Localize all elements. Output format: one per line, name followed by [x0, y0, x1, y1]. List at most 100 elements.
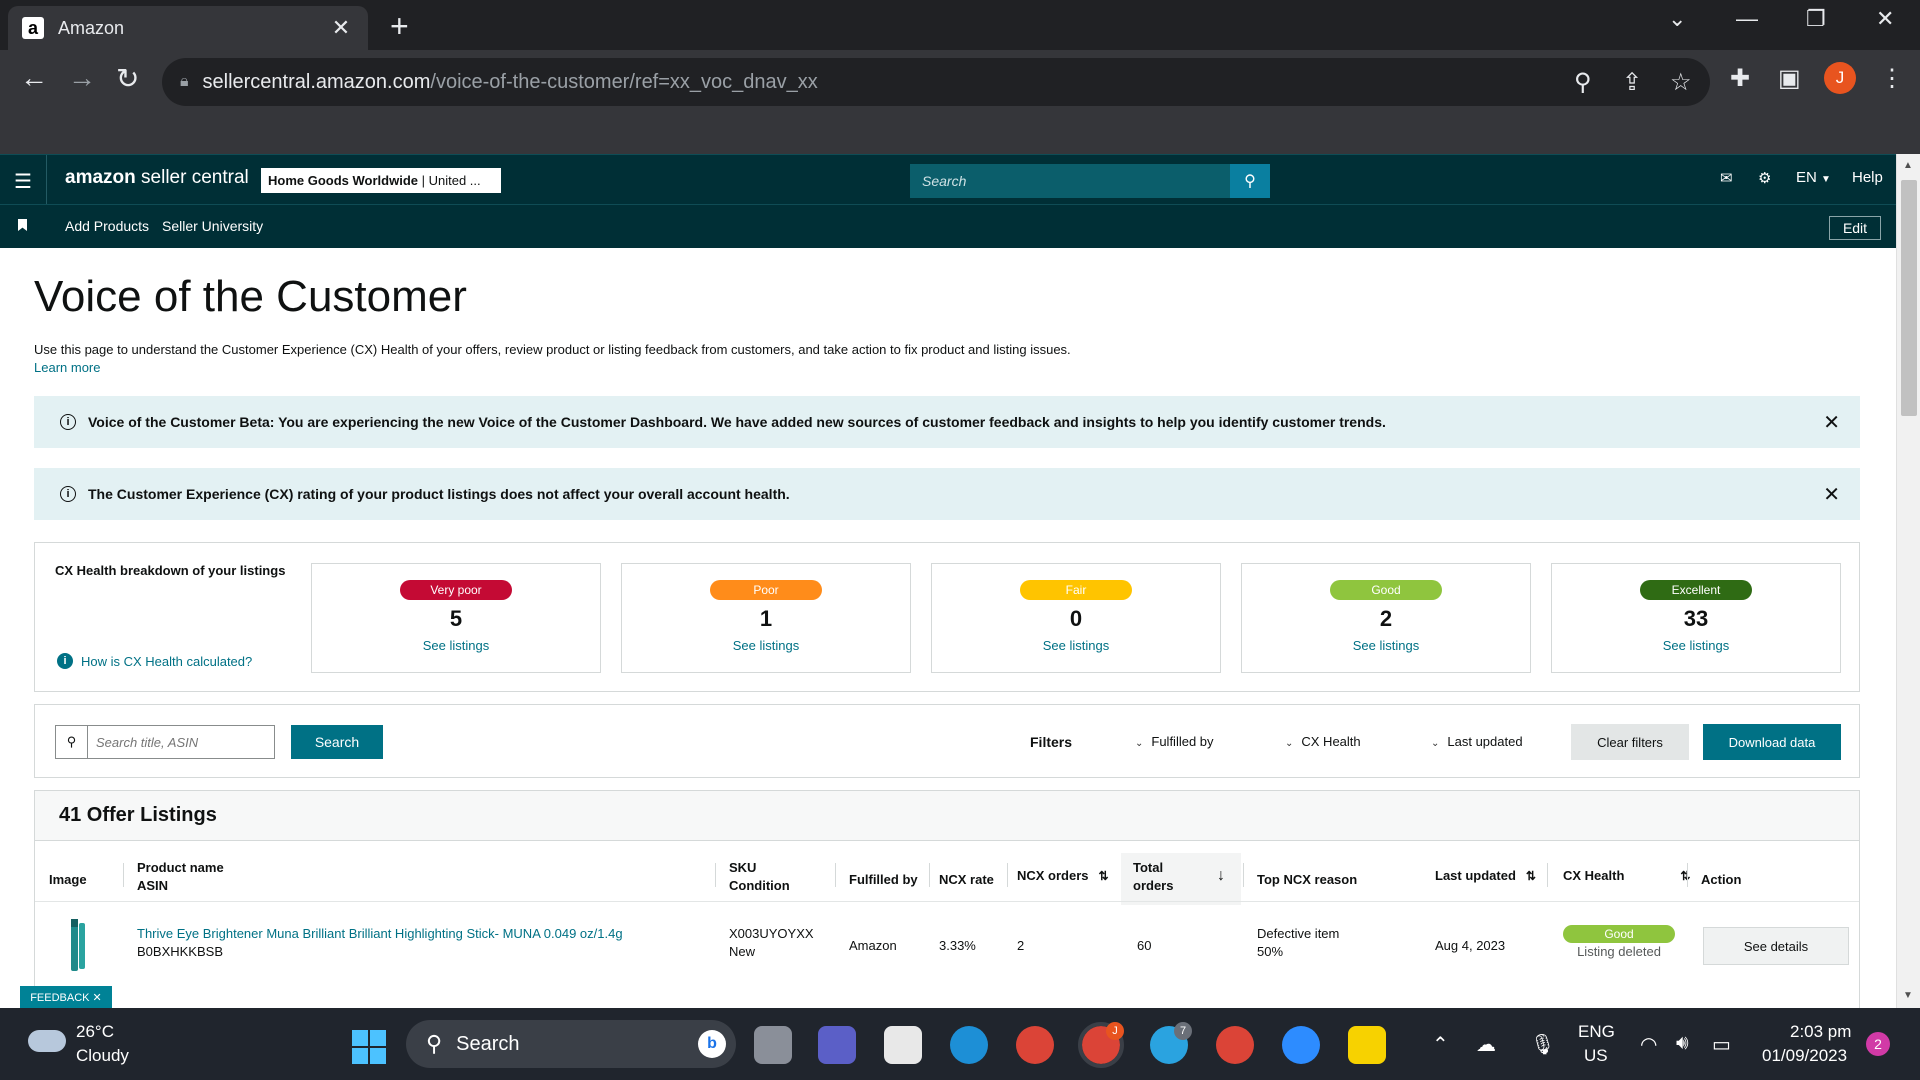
listing-search-input[interactable] [88, 726, 274, 758]
weather-condition[interactable]: Cloudy [76, 1046, 129, 1066]
zoom-icon[interactable] [1282, 1026, 1320, 1064]
see-listings-link[interactable]: See listings [932, 638, 1220, 653]
close-icon[interactable]: ✕ [1823, 482, 1840, 507]
clear-filters-button[interactable]: Clear filters [1571, 724, 1689, 760]
header-search-input[interactable] [910, 164, 1230, 198]
clock-time[interactable]: 2:03 pm [1790, 1022, 1851, 1042]
bookmark-star-icon[interactable]: ☆ [1670, 68, 1692, 97]
see-listings-link[interactable]: See listings [312, 638, 600, 653]
minimize-icon[interactable]: — [1736, 6, 1758, 32]
scroll-thumb[interactable] [1901, 180, 1917, 416]
store-selector[interactable]: Home Goods Worldwide | United ... [261, 168, 501, 193]
offer-listings: 41 Offer Listings Image Product name ASIN… [34, 790, 1860, 1010]
nav-item-seller-university[interactable]: Seller University [162, 218, 263, 234]
page-scrollbar[interactable]: ▲ ▼ [1896, 154, 1920, 1008]
profile-avatar[interactable]: J [1824, 62, 1856, 94]
info-icon: i [60, 486, 76, 502]
address-bar[interactable]: 🔒︎ sellercentral.amazon.com/voice-of-the… [162, 58, 1710, 106]
col-top-ncx-reason[interactable]: Top NCX reason [1257, 871, 1357, 889]
product-name-link[interactable]: Thrive Eye Brightener Muna Brilliant Bri… [137, 925, 623, 943]
help-link[interactable]: Help [1852, 169, 1883, 186]
teams-icon[interactable] [818, 1026, 856, 1064]
clock-date[interactable]: 01/09/2023 [1762, 1046, 1847, 1066]
back-arrow-icon[interactable]: ← [20, 62, 48, 94]
tab-search-chevron-icon[interactable]: ⌄ [1668, 6, 1686, 32]
feedback-tab[interactable]: FEEDBACK ✕ [20, 986, 112, 1008]
volume-icon[interactable]: 🔊︎ [1676, 1032, 1689, 1055]
product-thumbnail[interactable] [63, 917, 93, 973]
reload-icon[interactable]: ↻ [116, 62, 139, 95]
forward-arrow-icon[interactable]: → [68, 62, 96, 94]
col-total-orders[interactable]: Total orders ↓ [1121, 853, 1241, 905]
zoom-icon[interactable]: ⚲ [1574, 68, 1592, 97]
col-ncx-rate[interactable]: NCX rate [939, 871, 994, 889]
see-details-button[interactable]: See details [1703, 927, 1849, 965]
language-region[interactable]: US [1584, 1046, 1608, 1066]
sort-icon[interactable]: ⇅ [1526, 869, 1536, 883]
share-icon[interactable]: ⇪ [1622, 68, 1642, 97]
task-view-icon[interactable] [754, 1026, 792, 1064]
filter-bar: ⚲ Search Filters ⌄ Fulfilled by ⌄ CX Healt… [34, 704, 1860, 778]
language-code[interactable]: ENG [1578, 1022, 1615, 1042]
onedrive-icon[interactable]: ☁ [1476, 1032, 1496, 1057]
chrome-profile-icon[interactable] [1016, 1026, 1054, 1064]
weather-temperature[interactable]: 26°C [76, 1022, 114, 1042]
close-icon[interactable]: ✕ [1823, 410, 1840, 435]
page-description: Use this page to understand the Customer… [34, 342, 1071, 357]
see-listings-link[interactable]: See listings [622, 638, 910, 653]
ncx-orders-value: 2 [1017, 938, 1025, 953]
chevron-up-icon[interactable]: ⌃ [1432, 1032, 1449, 1057]
chrome-menu-icon[interactable]: ⋮ [1880, 64, 1904, 93]
listings-heading: 41 Offer Listings [35, 791, 1859, 841]
sticky-notes-icon[interactable] [1348, 1026, 1386, 1064]
cloud-icon[interactable] [28, 1030, 66, 1052]
language-selector[interactable]: EN ▼ [1796, 169, 1831, 186]
window-close-icon[interactable]: ✕ [1876, 6, 1894, 32]
bookmark-icon[interactable] [18, 219, 27, 231]
col-last-updated[interactable]: Last updated ⇅ [1435, 867, 1536, 885]
last-updated-dropdown[interactable]: ⌄ Last updated [1431, 734, 1523, 749]
windows-start-icon[interactable] [352, 1030, 386, 1064]
microphone-icon[interactable]: 🎙︎ [1530, 1032, 1555, 1057]
learn-more-link[interactable]: Learn more [34, 360, 100, 375]
beta-banner: i Voice of the Customer Beta: You are ex… [34, 396, 1860, 448]
hamburger-menu-icon[interactable]: ☰ [14, 169, 32, 194]
edit-nav-button[interactable]: Edit [1829, 216, 1881, 240]
nav-item-add-products[interactable]: Add Products [65, 218, 149, 234]
restore-icon[interactable]: ❐ [1806, 6, 1826, 32]
see-listings-link[interactable]: See listings [1242, 638, 1530, 653]
scroll-down-icon[interactable]: ▼ [1903, 990, 1913, 1001]
fulfilled-by-dropdown[interactable]: ⌄ Fulfilled by [1135, 734, 1214, 749]
browser-tab[interactable]: a Amazon ✕ [8, 6, 368, 50]
extensions-icon[interactable]: ✚ [1730, 64, 1750, 93]
tab-close-icon[interactable]: ✕ [328, 15, 354, 41]
sort-icon[interactable]: ⇅ [1099, 869, 1109, 883]
edge-icon[interactable] [950, 1026, 988, 1064]
side-panel-icon[interactable]: ▣ [1778, 64, 1801, 93]
scroll-up-icon[interactable]: ▲ [1903, 160, 1913, 171]
seller-central-logo[interactable]: amazon seller central [65, 167, 249, 189]
mail-icon[interactable]: ✉ [1720, 169, 1733, 187]
search-button[interactable]: Search [291, 725, 383, 759]
sort-desc-icon[interactable]: ↓ [1217, 867, 1225, 885]
chrome-second-icon[interactable] [1216, 1026, 1254, 1064]
bing-icon[interactable]: b [698, 1030, 726, 1058]
header-search-button[interactable]: ⚲ [1230, 164, 1270, 198]
new-tab-icon[interactable]: + [390, 8, 409, 45]
download-data-button[interactable]: Download data [1703, 724, 1841, 760]
see-listings-link[interactable]: See listings [1552, 638, 1840, 653]
slack-icon[interactable] [884, 1026, 922, 1064]
col-product-name[interactable]: Product name ASIN [137, 859, 224, 895]
col-fulfilled-by[interactable]: Fulfilled by [849, 871, 918, 889]
sort-icon[interactable]: ⇅ [1680, 869, 1690, 883]
col-ncx-orders[interactable]: NCX orders ⇅ [1017, 867, 1109, 885]
wifi-icon[interactable]: ◠ [1640, 1032, 1657, 1057]
col-cx-health[interactable]: CX Health ⇅ [1563, 867, 1690, 885]
col-sku[interactable]: SKU Condition [729, 859, 790, 895]
taskbar-search[interactable]: ⚲ Search b [406, 1020, 736, 1068]
cx-health-dropdown[interactable]: ⌄ CX Health [1285, 734, 1361, 749]
notification-badge[interactable]: 2 [1866, 1032, 1890, 1056]
gear-icon[interactable]: ⚙ [1758, 169, 1771, 187]
cx-health-how-link[interactable]: i How is CX Health calculated? [57, 653, 252, 669]
battery-icon[interactable]: ▭ [1712, 1032, 1731, 1057]
